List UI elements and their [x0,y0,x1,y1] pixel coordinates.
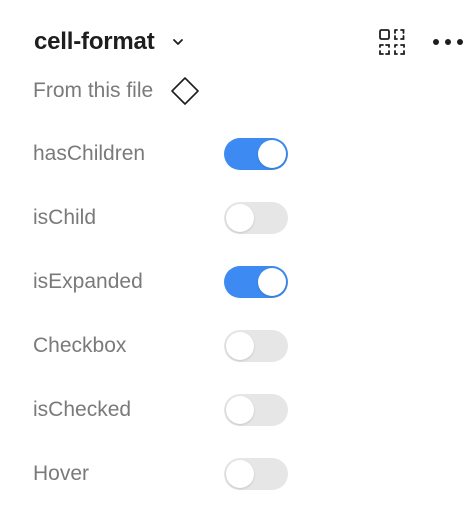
header-actions [376,22,464,62]
property-row-ischecked: isChecked [33,390,293,430]
toggle-knob [226,396,254,424]
component-title: cell-format [34,28,155,55]
toggle-knob [258,268,286,296]
property-label: isExpanded [33,270,143,293]
property-row-checkbox: Checkbox [33,326,293,366]
property-row-hover: Hover [33,454,293,494]
toggle-switch[interactable] [224,202,288,234]
toggle-knob [258,140,286,168]
property-label: Hover [33,462,90,485]
toggle-switch[interactable] [224,330,288,362]
toggle-switch[interactable] [224,138,288,170]
more-horizontal-icon[interactable] [432,26,464,58]
property-label: hasChildren [33,142,146,165]
toggle-switch[interactable] [224,266,288,298]
component-source: From this file [33,72,201,110]
properties-panel: cell-format From this file hasChildren i… [0,0,474,528]
property-label: Checkbox [33,334,127,357]
toggle-switch[interactable] [224,394,288,426]
property-row-isexpanded: isExpanded [33,262,293,302]
toggle-knob [226,460,254,488]
toggle-knob [226,204,254,232]
toggle-knob [226,332,254,360]
property-label: isChild [33,206,97,229]
source-label: From this file [33,79,154,102]
component-name-dropdown[interactable]: cell-format [34,28,185,56]
panel-header: cell-format [34,22,464,62]
property-row-haschildren: hasChildren [33,134,293,174]
chevron-down-icon[interactable] [171,35,185,49]
property-label: isChecked [33,398,132,421]
instance-icon[interactable] [376,26,408,58]
property-row-ischild: isChild [33,198,293,238]
toggle-switch[interactable] [224,458,288,490]
component-diamond-icon[interactable] [169,75,201,107]
